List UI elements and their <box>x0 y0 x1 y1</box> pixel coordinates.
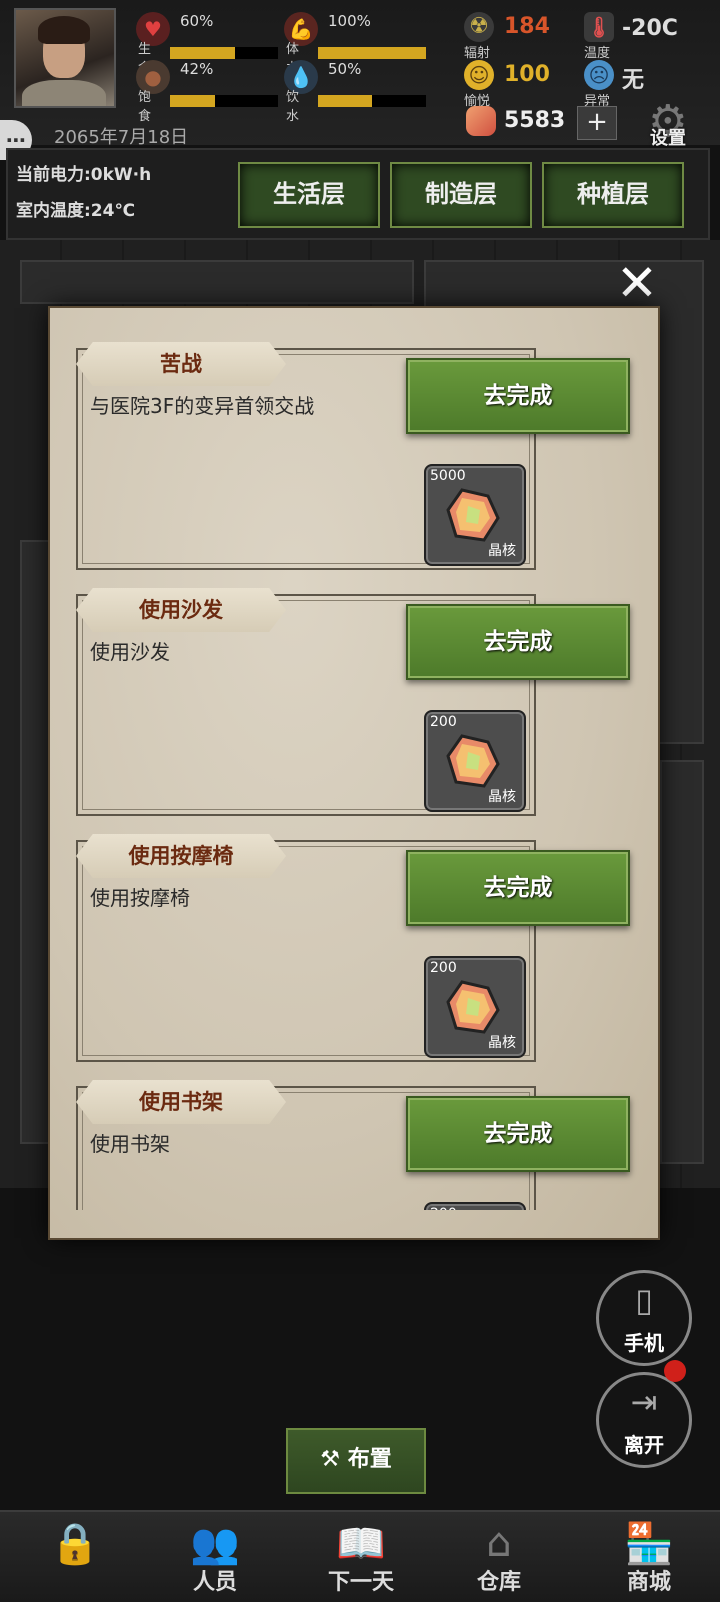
power-readout: 当前电力:0kW·h <box>16 165 152 185</box>
task-description: 使用沙发 <box>90 640 170 664</box>
task-title: 苦战 <box>76 342 286 386</box>
crystal-value: 5583 <box>504 108 566 133</box>
stat-satiety-value: 42% <box>180 60 214 78</box>
exit-door-icon: ⇥ <box>630 1383 658 1421</box>
smile-icon: ☺ <box>464 60 494 90</box>
settings-label: 设置 <box>650 128 686 149</box>
nav-personnel[interactable]: 👥 人员 <box>150 1510 280 1600</box>
hammer-icon: ⚒ <box>320 1447 348 1472</box>
task-description: 使用按摩椅 <box>90 886 190 910</box>
task-card: 使用按摩椅 使用按摩椅 去完成 200 晶核 <box>76 834 630 1062</box>
reward-name: 晶核 <box>488 789 516 805</box>
reward-slot[interactable]: 200 晶核 <box>424 710 526 812</box>
floor-tab-living[interactable]: 生活层 <box>238 162 380 228</box>
nav-warehouse-label: 仓库 <box>476 1570 521 1595</box>
phone-label: 手机 <box>624 1331 664 1355</box>
phone-icon: ▯ <box>635 1281 653 1319</box>
task-title: 使用按摩椅 <box>76 834 286 878</box>
radiation-value: 184 <box>504 14 550 39</box>
task-card: 苦战 与医院3F的变异首领交战 去完成 5000 晶核 <box>76 342 630 570</box>
task-card: 使用沙发 使用沙发 去完成 200 晶核 <box>76 588 630 816</box>
people-icon: 👥 <box>190 1521 240 1567</box>
leave-button[interactable]: ⇥ 离开 <box>596 1372 692 1468</box>
abnormal-value: 无 <box>622 68 645 93</box>
reward-slot[interactable]: 200 晶核 <box>424 956 526 1058</box>
floor-tab-planting[interactable]: 种植层 <box>542 162 684 228</box>
radiation-label: 辐射 <box>464 46 491 61</box>
reward-name: 晶核 <box>488 1035 516 1051</box>
task-list-modal: 苦战 与医院3F的变异首领交战 去完成 5000 晶核 使用沙发 使用沙发 去完… <box>50 308 658 1238</box>
stat-satiety-bar <box>170 95 278 107</box>
indoor-temperature: 室内温度:24℃ <box>16 201 136 221</box>
temperature-value: -20C <box>622 16 678 41</box>
temperature-label: 温度 <box>584 46 611 61</box>
abnormal-label: 异常 <box>584 94 611 109</box>
add-crystal-button[interactable]: + <box>577 106 617 140</box>
joy-value: 100 <box>504 62 550 87</box>
nav-warehouse[interactable]: ⌂ 仓库 <box>434 1510 564 1600</box>
stat-satiety-label: 饱食 <box>138 90 152 124</box>
reward-count: 200 <box>430 714 457 730</box>
arrange-button[interactable]: ⚒ 布置 <box>286 1428 426 1494</box>
stat-life-value: 60% <box>180 12 214 30</box>
close-button[interactable]: ✕ <box>612 258 662 308</box>
nav-personnel-label: 人员 <box>192 1570 237 1595</box>
joy-indicator: ☺ 100 愉悦 <box>464 60 564 109</box>
crystal-core-icon <box>446 734 500 788</box>
task-list-scroll[interactable]: 苦战 与医院3F的变异首领交战 去完成 5000 晶核 使用沙发 使用沙发 去完… <box>50 308 658 1210</box>
crystal-icon <box>466 106 496 136</box>
crystal-indicator: 5583 <box>466 106 576 140</box>
go-complete-button[interactable]: 去完成 <box>406 1096 630 1172</box>
stat-life-bar <box>170 47 278 59</box>
task-title: 使用书架 <box>76 1080 286 1124</box>
floor-tab-manufacturing[interactable]: 制造层 <box>390 162 532 228</box>
task-card: 使用书架 使用书架 去完成 200 晶核 <box>76 1080 630 1210</box>
reward-count: 200 <box>430 960 457 976</box>
stat-water-value: 50% <box>328 60 362 78</box>
shop-icon: 🏪 <box>624 1521 674 1567</box>
player-avatar[interactable] <box>14 8 116 108</box>
nav-next-day-label: 下一天 <box>327 1570 394 1595</box>
settings-button[interactable]: ⚙ 设置 <box>640 96 710 152</box>
go-complete-button[interactable]: 去完成 <box>406 358 630 434</box>
phone-button[interactable]: ▯ 手机 <box>596 1270 692 1366</box>
nav-next-day[interactable]: 📖 下一天 <box>296 1510 426 1600</box>
task-description: 使用书架 <box>90 1132 170 1156</box>
temperature-indicator: 🌡 -20C 温度 <box>584 12 694 61</box>
sad-face-icon: ☹ <box>584 60 614 90</box>
warehouse-icon: ⌂ <box>486 1520 512 1566</box>
lock-icon: 🔒 <box>50 1521 100 1567</box>
reward-slot[interactable]: 5000 晶核 <box>424 464 526 566</box>
book-icon: 📖 <box>336 1521 386 1567</box>
thermometer-icon: 🌡 <box>584 12 614 42</box>
game-date: 2065年7月18日 <box>54 127 189 148</box>
nav-locked[interactable]: 🔒 <box>10 1510 140 1600</box>
reward-count: 200 <box>430 1206 457 1210</box>
go-complete-button[interactable]: 去完成 <box>406 850 630 926</box>
task-title: 使用沙发 <box>76 588 286 632</box>
radiation-indicator: ☢ 184 辐射 <box>464 12 564 61</box>
nav-shop-label: 商城 <box>626 1570 671 1595</box>
arrange-label: 布置 <box>347 1447 392 1472</box>
reward-name: 晶核 <box>488 543 516 559</box>
crystal-core-icon <box>446 980 500 1034</box>
stat-water-label: 饮水 <box>286 90 300 124</box>
crystal-core-icon <box>446 488 500 542</box>
leave-label: 离开 <box>624 1433 664 1457</box>
stat-stamina-bar <box>318 47 426 59</box>
reward-count: 5000 <box>430 468 466 484</box>
nav-shop[interactable]: 🏪 商城 <box>584 1510 714 1600</box>
task-description: 与医院3F的变异首领交战 <box>90 394 315 418</box>
stat-stamina-value: 100% <box>328 12 371 30</box>
go-complete-button[interactable]: 去完成 <box>406 604 630 680</box>
stat-water-bar <box>318 95 426 107</box>
radiation-icon: ☢ <box>464 12 494 42</box>
reward-slot[interactable]: 200 晶核 <box>424 1202 526 1210</box>
notification-dot <box>664 1360 686 1382</box>
